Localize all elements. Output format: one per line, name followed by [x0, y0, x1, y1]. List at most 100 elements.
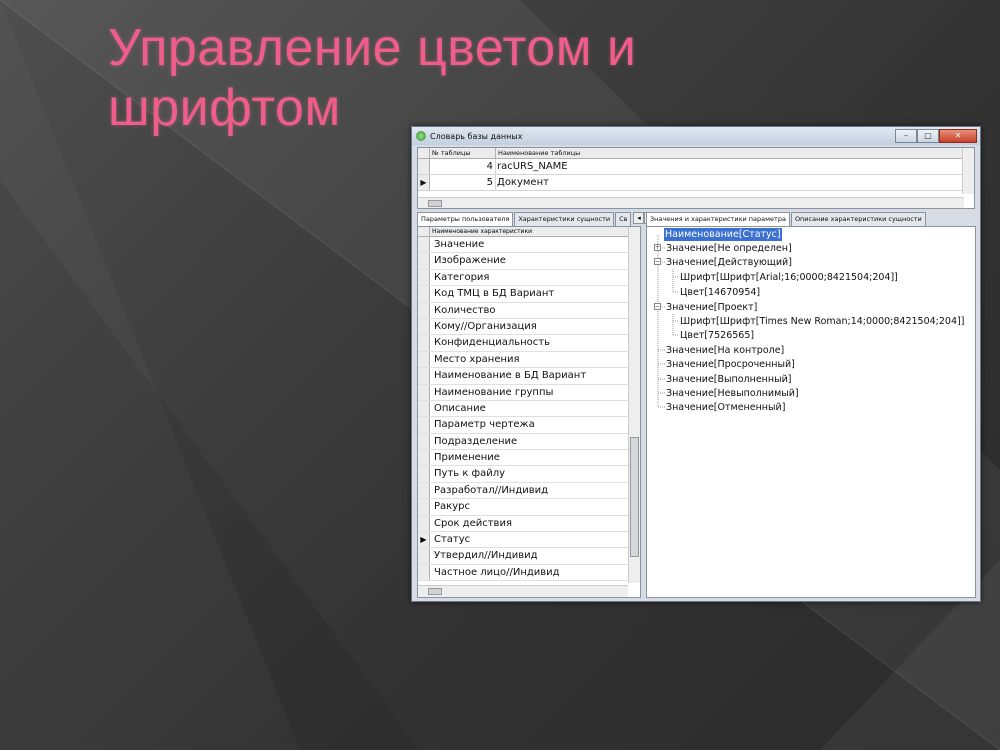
- expand-plus-icon[interactable]: +: [654, 244, 661, 251]
- row-indicator: [418, 269, 430, 286]
- table-row[interactable]: ▶ 5 Документ: [418, 175, 974, 191]
- row-indicator-arrow-icon: ▶: [418, 175, 430, 190]
- list-item[interactable]: ▶ Статус: [418, 532, 640, 549]
- tables-grid: № таблицы Наименование таблицы 4 racURS_…: [417, 147, 975, 209]
- list-item-label: Категория: [434, 271, 490, 283]
- list-item[interactable]: Количество: [418, 302, 640, 319]
- list-item[interactable]: Изображение: [418, 253, 640, 270]
- list-item-label: Описание: [434, 402, 486, 414]
- list-item[interactable]: Кому//Организация: [418, 318, 640, 336]
- characteristics-vertical-scrollbar[interactable]: [628, 227, 640, 583]
- row-indicator: [418, 159, 430, 174]
- collapse-minus-icon[interactable]: −: [654, 303, 661, 310]
- list-item[interactable]: Разработал//Индивид: [418, 482, 640, 500]
- app-icon: [416, 131, 426, 141]
- collapse-minus-icon[interactable]: −: [654, 258, 661, 265]
- list-item[interactable]: Значение: [418, 237, 640, 254]
- row-indicator: [418, 564, 430, 581]
- list-item[interactable]: Код ТМЦ в БД Вариант: [418, 286, 640, 303]
- column-header-table-number[interactable]: № таблицы: [430, 148, 496, 158]
- table-number-cell: 4: [430, 159, 496, 174]
- tree-node-value[interactable]: Значение[Проект]: [666, 301, 757, 314]
- row-indicator: [418, 433, 430, 450]
- list-item-label: Изображение: [434, 255, 506, 267]
- list-item-label: Код ТМЦ в БД Вариант: [434, 288, 555, 300]
- list-item-label: Утвердил//Индивид: [434, 550, 538, 562]
- list-item[interactable]: Срок действия: [418, 515, 640, 533]
- list-item[interactable]: Категория: [418, 269, 640, 287]
- tree-node-value[interactable]: Значение[Не определен]: [666, 242, 792, 255]
- window-titlebar[interactable]: Словарь базы данных – □ ✕: [412, 127, 980, 145]
- list-item[interactable]: Описание: [418, 400, 640, 418]
- table-row[interactable]: 4 racURS_NAME: [418, 159, 974, 175]
- minimize-button[interactable]: –: [895, 128, 917, 143]
- values-tree: Наименование[Статус] + Значение[Не опред…: [646, 226, 976, 598]
- table-number-cell: 5: [430, 175, 496, 190]
- list-item[interactable]: Частное лицо//Индивид: [418, 564, 640, 582]
- list-item-label: Разработал//Индивид: [434, 484, 549, 496]
- tab-characteristic-description[interactable]: Описание характеристики сущности: [790, 212, 926, 226]
- tables-grid-horizontal-scrollbar[interactable]: [418, 197, 964, 208]
- characteristics-list-header: Наименование характеристики: [418, 227, 640, 237]
- tab-scroll-left-icon[interactable]: ◂: [633, 212, 645, 224]
- tab-more[interactable]: Св: [615, 212, 632, 226]
- list-item[interactable]: Конфиденциальность: [418, 335, 640, 352]
- maximize-button[interactable]: □: [917, 128, 939, 143]
- list-item-label: Кому//Организация: [434, 320, 537, 332]
- tree-node-value[interactable]: Значение[Отмененный]: [666, 401, 785, 414]
- tree-node-color[interactable]: Цвет[14670954]: [680, 286, 760, 299]
- slide-title: Управление цветом и шрифтом: [108, 18, 748, 138]
- list-item[interactable]: Параметр чертежа: [418, 417, 640, 434]
- tables-grid-vertical-scrollbar[interactable]: [962, 148, 974, 194]
- tree-node-font[interactable]: Шрифт[Шрифт[Arial;16;0000;8421504;204]]: [680, 271, 898, 284]
- right-tabs: Значения и характеристики параметра Опис…: [646, 212, 927, 227]
- scroll-thumb[interactable]: [428, 588, 442, 595]
- row-indicator: [418, 237, 430, 253]
- list-item-label: Наименование в БД Вариант: [434, 370, 587, 382]
- row-indicator: [418, 450, 430, 466]
- tree-node-value[interactable]: Значение[Действующий]: [666, 256, 792, 269]
- tree-node-root[interactable]: Наименование[Статус]: [664, 228, 782, 241]
- list-item-label: Путь к файлу: [434, 468, 506, 480]
- characteristics-horizontal-scrollbar[interactable]: [418, 585, 628, 597]
- list-item[interactable]: Утвердил//Индивид: [418, 548, 640, 565]
- database-dictionary-window: Словарь базы данных – □ ✕ № таблицы Наим…: [411, 126, 981, 602]
- close-button[interactable]: ✕: [939, 128, 977, 143]
- row-indicator: [418, 466, 430, 482]
- tab-user-parameters[interactable]: Параметры пользователя: [417, 212, 514, 227]
- tree-node-value[interactable]: Значение[Просроченный]: [666, 358, 795, 371]
- list-item[interactable]: Наименование группы: [418, 384, 640, 401]
- tree-node-value[interactable]: Значение[Выполненный]: [666, 373, 792, 386]
- tab-parameter-values[interactable]: Значения и характеристики параметра: [646, 212, 790, 227]
- tab-entity-characteristics[interactable]: Характеристики сущности: [514, 212, 615, 226]
- row-indicator: [418, 253, 430, 269]
- list-item[interactable]: Место хранения: [418, 351, 640, 369]
- list-item[interactable]: Наименование в БД Вариант: [418, 368, 640, 385]
- list-item-label: Значение: [434, 239, 485, 250]
- list-item[interactable]: Подразделение: [418, 433, 640, 451]
- table-name-cell: Документ: [497, 177, 549, 188]
- list-item[interactable]: Путь к файлу: [418, 466, 640, 483]
- row-indicator: [418, 368, 430, 384]
- list-item[interactable]: Применение: [418, 450, 640, 467]
- table-name-cell: racURS_NAME: [497, 161, 568, 172]
- row-indicator: [418, 499, 430, 515]
- tree-node-value[interactable]: Значение[На контроле]: [666, 344, 784, 357]
- characteristics-list: Наименование характеристики Значение Изоб…: [417, 226, 641, 598]
- tree-node-font[interactable]: Шрифт[Шрифт[Times New Roman;14;0000;8421…: [680, 315, 964, 328]
- list-item[interactable]: Ракурс: [418, 499, 640, 516]
- row-indicator: [418, 351, 430, 368]
- column-header-characteristic-name[interactable]: Наименование характеристики: [430, 227, 640, 236]
- row-indicator: [418, 318, 430, 335]
- row-indicator: [418, 482, 430, 499]
- tables-grid-header: № таблицы Наименование таблицы: [418, 148, 974, 159]
- list-item-label: Место хранения: [434, 353, 520, 365]
- scroll-thumb[interactable]: [630, 437, 639, 557]
- scroll-thumb[interactable]: [428, 200, 442, 207]
- row-indicator: [418, 384, 430, 400]
- row-indicator: [418, 286, 430, 302]
- tree-node-color[interactable]: Цвет[7526565]: [680, 329, 754, 342]
- column-header-table-name[interactable]: Наименование таблицы: [496, 148, 974, 158]
- tree-node-value[interactable]: Значение[Невыполнимый]: [666, 387, 799, 400]
- list-item-label: Ракурс: [434, 501, 470, 513]
